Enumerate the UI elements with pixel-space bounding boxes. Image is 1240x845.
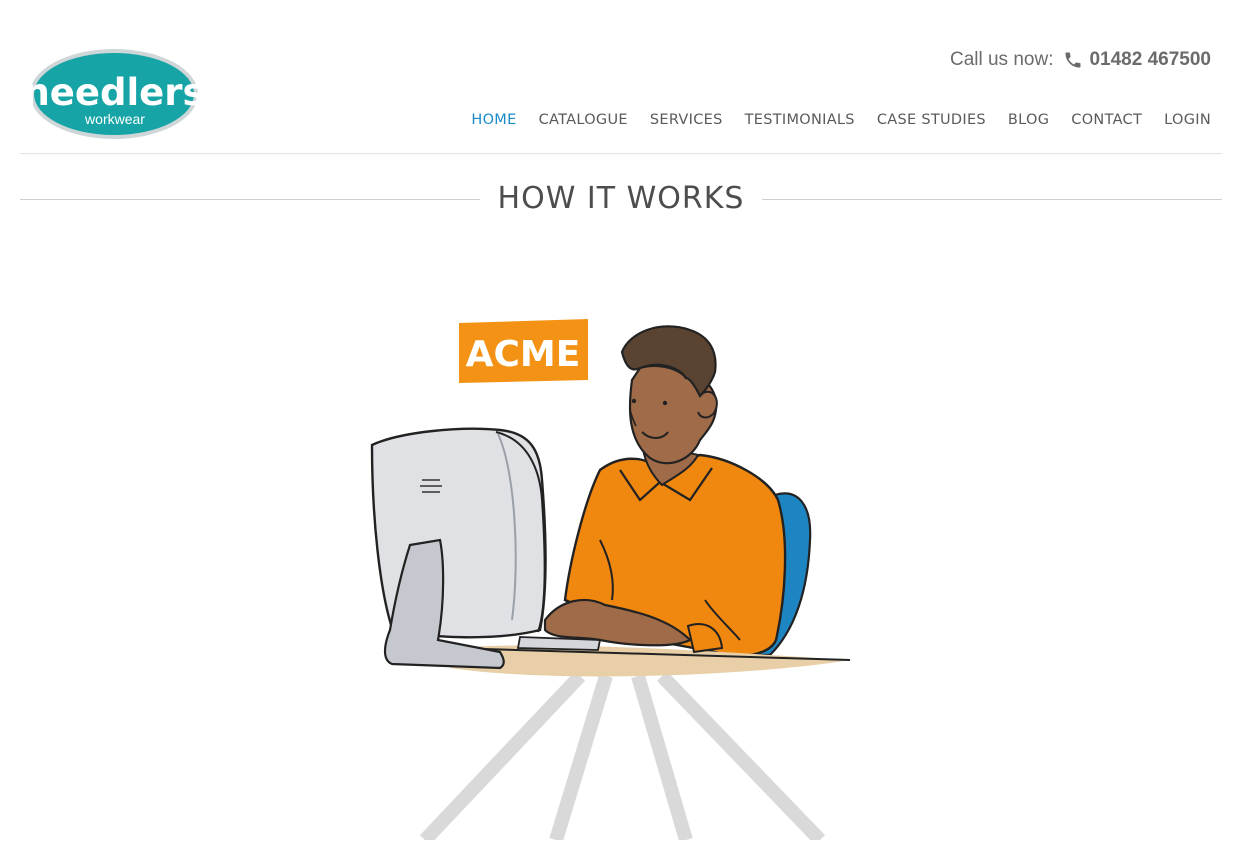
logo-tagline-text: workwear (84, 111, 145, 127)
call-us-label: Call us now: (949, 49, 1054, 70)
logo-brand-text: needlers (28, 71, 200, 114)
nav-case-studies[interactable]: CASE STUDIES (877, 110, 986, 130)
acme-sign: ACME (459, 319, 588, 383)
how-it-works-illustration: ACME (0, 260, 1240, 845)
nav-catalogue[interactable]: CATALOGUE (539, 110, 628, 130)
heading-rule-right (762, 198, 1223, 200)
nav-services[interactable]: SERVICES (650, 110, 723, 130)
section-heading: HOW IT WORKS (20, 178, 1223, 220)
nav-testimonials[interactable]: TESTIMONIALS (745, 110, 855, 130)
nav-home[interactable]: HOME (471, 110, 516, 130)
phone-number-link[interactable]: 01482 467500 (1089, 49, 1211, 71)
table-legs (419, 671, 826, 845)
nav-login[interactable]: LOGIN (1164, 110, 1211, 130)
page: needlers workwear Call us now: 01482 467… (0, 0, 1240, 845)
nav-contact[interactable]: CONTACT (1071, 110, 1142, 130)
heading-rule-left (20, 198, 480, 200)
acme-sign-text: ACME (466, 334, 581, 375)
main-nav: HOME CATALOGUE SERVICES TESTIMONIALS CAS… (449, 110, 1211, 130)
needlers-logo[interactable]: needlers workwear (28, 47, 200, 141)
section-title: HOW IT WORKS (497, 181, 745, 216)
header-divider (20, 153, 1222, 154)
phone-icon (1063, 50, 1083, 70)
computer-monitor (370, 427, 547, 670)
call-us-block: Call us now: 01482 467500 (950, 49, 1211, 71)
nav-blog[interactable]: BLOG (1008, 110, 1049, 130)
